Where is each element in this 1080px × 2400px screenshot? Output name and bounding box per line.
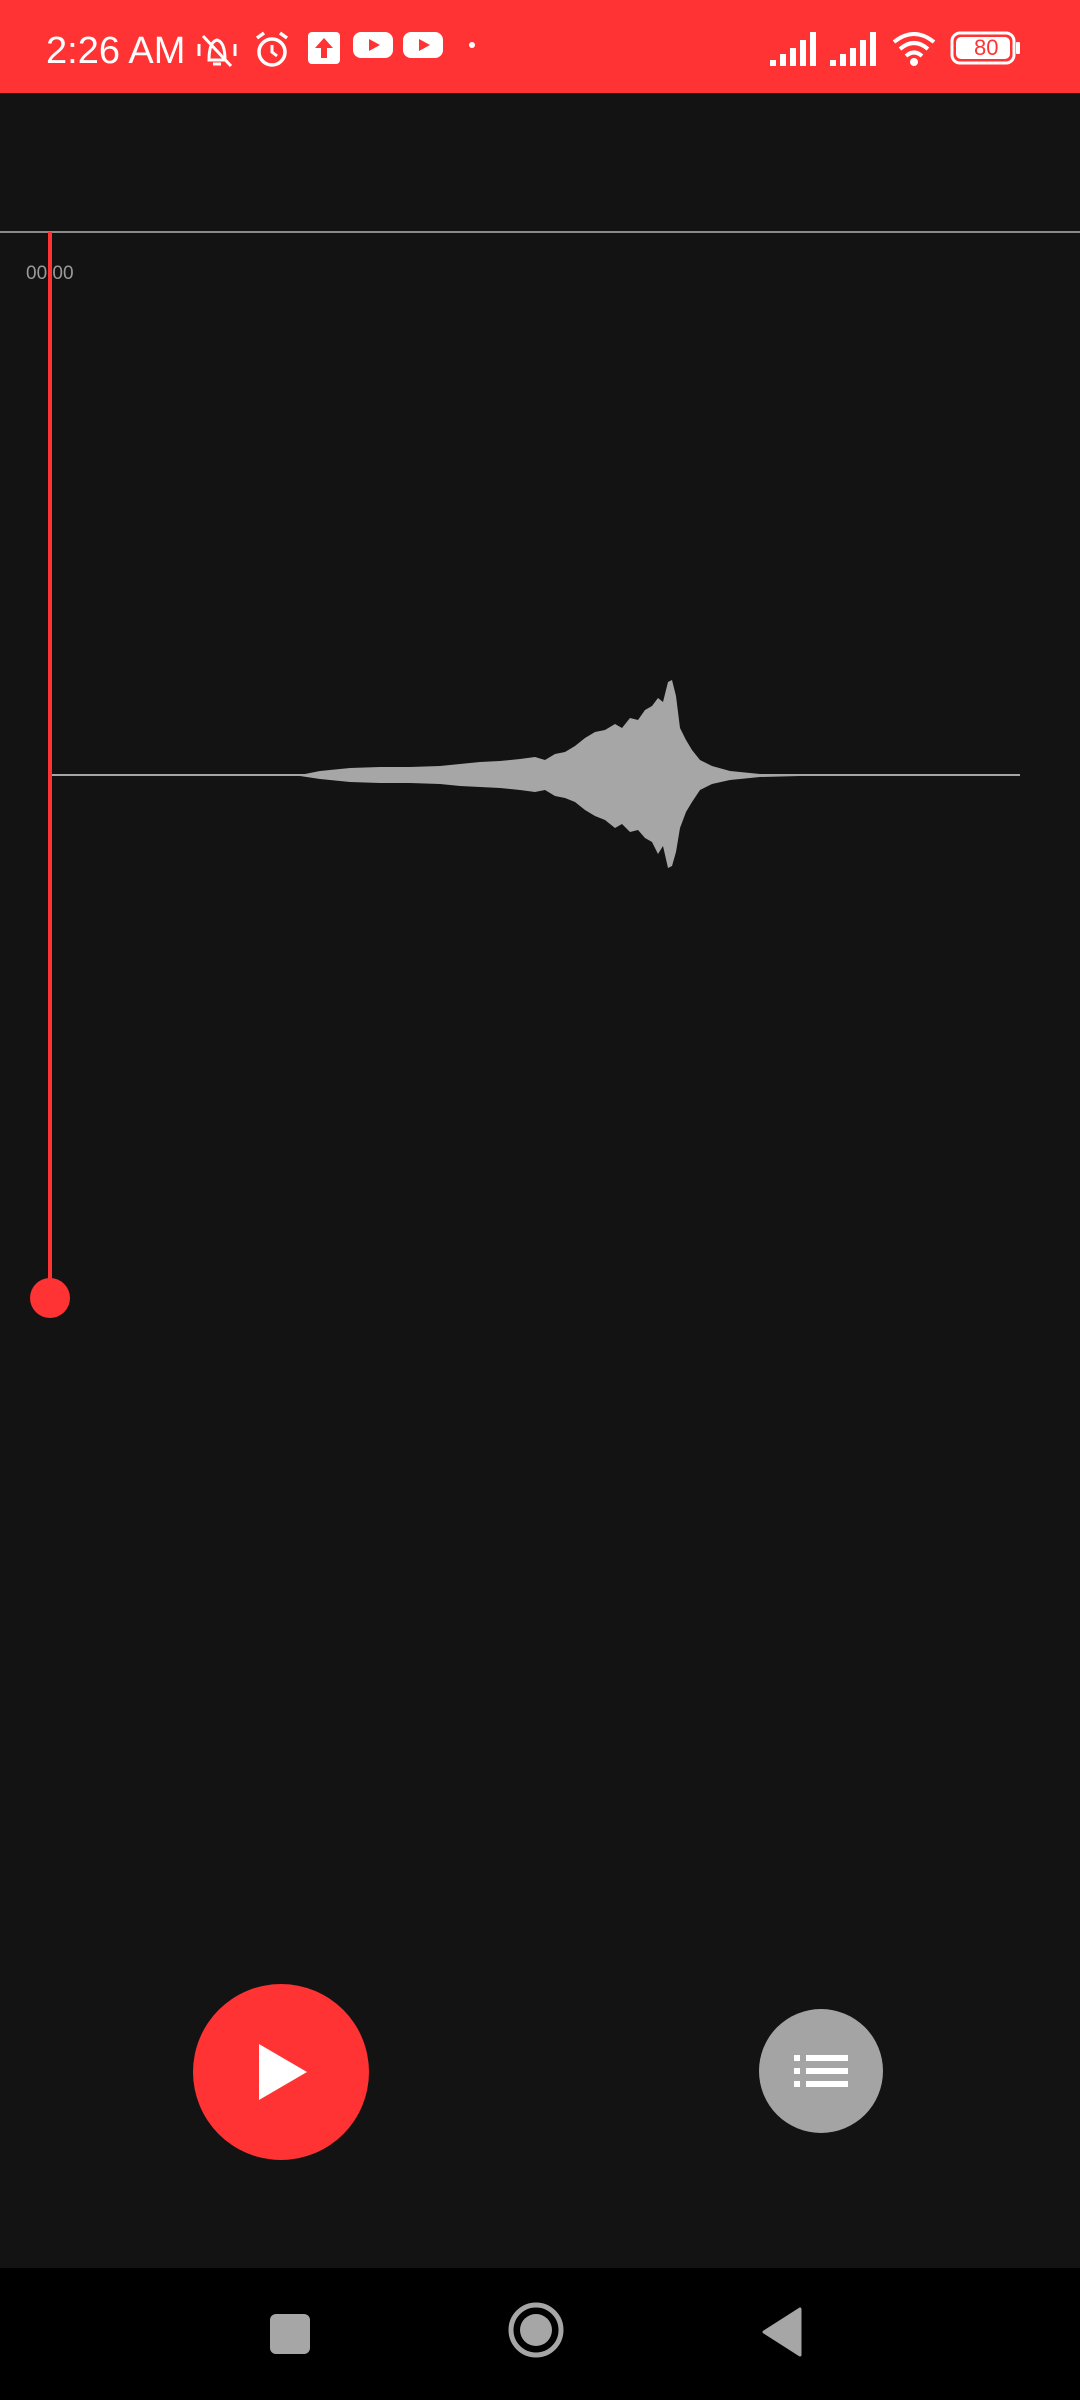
playhead-handle[interactable] bbox=[30, 1278, 70, 1318]
play-icon bbox=[259, 2044, 307, 2100]
home-circle-icon bbox=[508, 2302, 564, 2358]
signal-icon bbox=[830, 32, 876, 66]
waveform-shape bbox=[300, 680, 800, 868]
list-icon bbox=[794, 2055, 848, 2087]
top-toolbar-area bbox=[0, 93, 1080, 231]
upload-icon bbox=[308, 32, 340, 64]
signal-icon bbox=[770, 32, 816, 66]
back-button[interactable] bbox=[742, 2292, 822, 2372]
dot-icon bbox=[469, 42, 475, 48]
battery-level: 80 bbox=[974, 35, 999, 60]
youtube-icon bbox=[353, 32, 393, 58]
alarm-icon bbox=[255, 31, 289, 67]
playhead-line[interactable] bbox=[48, 232, 52, 1298]
back-triangle-icon bbox=[762, 2307, 802, 2357]
vibrate-silent-icon bbox=[197, 34, 237, 68]
status-bar: 2:26 AM 80 bbox=[0, 0, 1080, 93]
recents-square-icon bbox=[270, 2314, 310, 2354]
wifi-icon bbox=[892, 32, 936, 66]
play-button[interactable] bbox=[193, 1984, 369, 2160]
recents-button[interactable] bbox=[250, 2294, 330, 2374]
status-time: 2:26 AM bbox=[46, 30, 186, 72]
recordings-list-button[interactable] bbox=[759, 2009, 883, 2133]
youtube-icon bbox=[403, 32, 443, 58]
timeline-divider bbox=[0, 231, 1080, 233]
audio-waveform[interactable] bbox=[0, 640, 1080, 900]
navigation-bar bbox=[0, 2268, 1080, 2400]
status-icons-right: 80 bbox=[750, 28, 1080, 68]
home-button[interactable] bbox=[496, 2290, 576, 2370]
